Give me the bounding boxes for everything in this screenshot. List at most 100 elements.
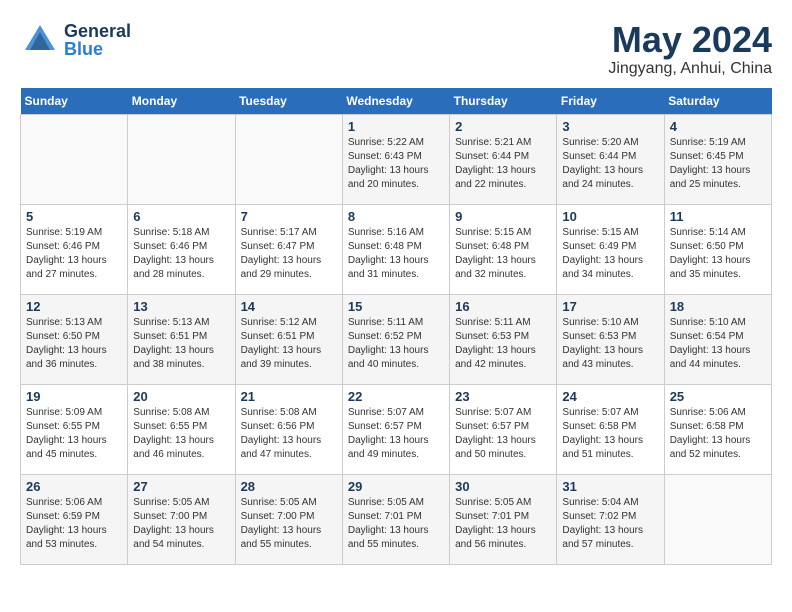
day-info: Sunrise: 5:18 AM Sunset: 6:46 PM Dayligh… bbox=[133, 226, 229, 282]
weekday-thursday: Thursday bbox=[450, 88, 557, 115]
day-number: 25 bbox=[670, 389, 766, 404]
calendar-cell: 30 Sunrise: 5:05 AM Sunset: 7:01 PM Dayli… bbox=[450, 474, 557, 564]
page-header: General Blue May 2024 Jingyang, Anhui, C… bbox=[20, 20, 772, 78]
day-info: Sunrise: 5:15 AM Sunset: 6:48 PM Dayligh… bbox=[455, 226, 551, 282]
calendar-week-1: 1 Sunrise: 5:22 AM Sunset: 6:43 PM Daylig… bbox=[21, 114, 772, 204]
day-number: 22 bbox=[348, 389, 444, 404]
day-info: Sunrise: 5:14 AM Sunset: 6:50 PM Dayligh… bbox=[670, 226, 766, 282]
day-number: 1 bbox=[348, 119, 444, 134]
weekday-wednesday: Wednesday bbox=[342, 88, 449, 115]
day-info: Sunrise: 5:15 AM Sunset: 6:49 PM Dayligh… bbox=[562, 226, 658, 282]
day-info: Sunrise: 5:21 AM Sunset: 6:44 PM Dayligh… bbox=[455, 136, 551, 192]
day-info: Sunrise: 5:08 AM Sunset: 6:56 PM Dayligh… bbox=[241, 406, 337, 462]
calendar-cell: 31 Sunrise: 5:04 AM Sunset: 7:02 PM Dayli… bbox=[557, 474, 664, 564]
weekday-tuesday: Tuesday bbox=[235, 88, 342, 115]
calendar-week-5: 26Sunrise: 5:06 AM Sunset: 6:59 PM Dayli… bbox=[21, 474, 772, 564]
calendar-cell: 7Sunrise: 5:17 AM Sunset: 6:47 PM Daylig… bbox=[235, 204, 342, 294]
calendar-cell: 2 Sunrise: 5:21 AM Sunset: 6:44 PM Daylig… bbox=[450, 114, 557, 204]
day-info: Sunrise: 5:05 AM Sunset: 7:01 PM Dayligh… bbox=[455, 496, 551, 552]
day-number: 9 bbox=[455, 209, 551, 224]
day-info: Sunrise: 5:05 AM Sunset: 7:01 PM Dayligh… bbox=[348, 496, 444, 552]
day-info: Sunrise: 5:07 AM Sunset: 6:57 PM Dayligh… bbox=[348, 406, 444, 462]
day-number: 17 bbox=[562, 299, 658, 314]
day-number: 4 bbox=[670, 119, 766, 134]
day-info: Sunrise: 5:09 AM Sunset: 6:55 PM Dayligh… bbox=[26, 406, 122, 462]
calendar-cell bbox=[664, 474, 771, 564]
calendar-cell: 19 Sunrise: 5:09 AM Sunset: 6:55 PM Dayli… bbox=[21, 384, 128, 474]
day-number: 16 bbox=[455, 299, 551, 314]
day-number: 8 bbox=[348, 209, 444, 224]
calendar-cell: 13 Sunrise: 5:13 AM Sunset: 6:51 PM Dayli… bbox=[128, 294, 235, 384]
calendar-cell: 3Sunrise: 5:20 AM Sunset: 6:44 PM Daylig… bbox=[557, 114, 664, 204]
calendar-cell: 25 Sunrise: 5:06 AM Sunset: 6:58 PM Dayli… bbox=[664, 384, 771, 474]
calendar-week-2: 5 Sunrise: 5:19 AM Sunset: 6:46 PM Daylig… bbox=[21, 204, 772, 294]
day-info: Sunrise: 5:06 AM Sunset: 6:59 PM Dayligh… bbox=[26, 496, 122, 552]
calendar-cell: 8 Sunrise: 5:16 AM Sunset: 6:48 PM Daylig… bbox=[342, 204, 449, 294]
day-info: Sunrise: 5:07 AM Sunset: 6:58 PM Dayligh… bbox=[562, 406, 658, 462]
day-info: Sunrise: 5:10 AM Sunset: 6:53 PM Dayligh… bbox=[562, 316, 658, 372]
logo-general: General bbox=[64, 22, 131, 40]
day-info: Sunrise: 5:05 AM Sunset: 7:00 PM Dayligh… bbox=[133, 496, 229, 552]
calendar-cell: 10 Sunrise: 5:15 AM Sunset: 6:49 PM Dayli… bbox=[557, 204, 664, 294]
day-number: 13 bbox=[133, 299, 229, 314]
calendar-cell: 9 Sunrise: 5:15 AM Sunset: 6:48 PM Daylig… bbox=[450, 204, 557, 294]
day-number: 29 bbox=[348, 479, 444, 494]
calendar-cell: 27 Sunrise: 5:05 AM Sunset: 7:00 PM Dayli… bbox=[128, 474, 235, 564]
calendar-cell bbox=[21, 114, 128, 204]
day-info: Sunrise: 5:07 AM Sunset: 6:57 PM Dayligh… bbox=[455, 406, 551, 462]
weekday-friday: Friday bbox=[557, 88, 664, 115]
calendar-cell: 26Sunrise: 5:06 AM Sunset: 6:59 PM Dayli… bbox=[21, 474, 128, 564]
day-number: 2 bbox=[455, 119, 551, 134]
day-number: 31 bbox=[562, 479, 658, 494]
calendar-cell: 29 Sunrise: 5:05 AM Sunset: 7:01 PM Dayli… bbox=[342, 474, 449, 564]
day-info: Sunrise: 5:06 AM Sunset: 6:58 PM Dayligh… bbox=[670, 406, 766, 462]
calendar-cell: 24 Sunrise: 5:07 AM Sunset: 6:58 PM Dayli… bbox=[557, 384, 664, 474]
day-number: 7 bbox=[241, 209, 337, 224]
calendar-cell: 11 Sunrise: 5:14 AM Sunset: 6:50 PM Dayli… bbox=[664, 204, 771, 294]
day-number: 14 bbox=[241, 299, 337, 314]
day-info: Sunrise: 5:13 AM Sunset: 6:51 PM Dayligh… bbox=[133, 316, 229, 372]
day-number: 5 bbox=[26, 209, 122, 224]
day-number: 19 bbox=[26, 389, 122, 404]
day-number: 12 bbox=[26, 299, 122, 314]
calendar-cell: 17 Sunrise: 5:10 AM Sunset: 6:53 PM Dayli… bbox=[557, 294, 664, 384]
logo: General Blue bbox=[20, 20, 131, 60]
calendar-table: SundayMondayTuesdayWednesdayThursdayFrid… bbox=[20, 88, 772, 565]
calendar-cell: 16Sunrise: 5:11 AM Sunset: 6:53 PM Dayli… bbox=[450, 294, 557, 384]
calendar-cell: 15Sunrise: 5:11 AM Sunset: 6:52 PM Dayli… bbox=[342, 294, 449, 384]
day-number: 27 bbox=[133, 479, 229, 494]
location: Jingyang, Anhui, China bbox=[608, 60, 772, 78]
calendar-cell: 1 Sunrise: 5:22 AM Sunset: 6:43 PM Daylig… bbox=[342, 114, 449, 204]
day-number: 28 bbox=[241, 479, 337, 494]
calendar-cell: 28Sunrise: 5:05 AM Sunset: 7:00 PM Dayli… bbox=[235, 474, 342, 564]
day-info: Sunrise: 5:22 AM Sunset: 6:43 PM Dayligh… bbox=[348, 136, 444, 192]
calendar-header: SundayMondayTuesdayWednesdayThursdayFrid… bbox=[21, 88, 772, 115]
calendar-body: 1 Sunrise: 5:22 AM Sunset: 6:43 PM Daylig… bbox=[21, 114, 772, 564]
calendar-cell: 14Sunrise: 5:12 AM Sunset: 6:51 PM Dayli… bbox=[235, 294, 342, 384]
calendar-cell: 12Sunrise: 5:13 AM Sunset: 6:50 PM Dayli… bbox=[21, 294, 128, 384]
calendar-cell: 18Sunrise: 5:10 AM Sunset: 6:54 PM Dayli… bbox=[664, 294, 771, 384]
day-number: 20 bbox=[133, 389, 229, 404]
weekday-monday: Monday bbox=[128, 88, 235, 115]
day-info: Sunrise: 5:19 AM Sunset: 6:45 PM Dayligh… bbox=[670, 136, 766, 192]
day-number: 11 bbox=[670, 209, 766, 224]
logo-text: General Blue bbox=[64, 22, 131, 58]
day-info: Sunrise: 5:16 AM Sunset: 6:48 PM Dayligh… bbox=[348, 226, 444, 282]
calendar-cell: 21Sunrise: 5:08 AM Sunset: 6:56 PM Dayli… bbox=[235, 384, 342, 474]
day-number: 10 bbox=[562, 209, 658, 224]
day-number: 18 bbox=[670, 299, 766, 314]
calendar-cell: 6Sunrise: 5:18 AM Sunset: 6:46 PM Daylig… bbox=[128, 204, 235, 294]
day-info: Sunrise: 5:19 AM Sunset: 6:46 PM Dayligh… bbox=[26, 226, 122, 282]
day-number: 23 bbox=[455, 389, 551, 404]
day-info: Sunrise: 5:04 AM Sunset: 7:02 PM Dayligh… bbox=[562, 496, 658, 552]
day-number: 24 bbox=[562, 389, 658, 404]
day-number: 30 bbox=[455, 479, 551, 494]
weekday-sunday: Sunday bbox=[21, 88, 128, 115]
calendar-cell: 4 Sunrise: 5:19 AM Sunset: 6:45 PM Daylig… bbox=[664, 114, 771, 204]
calendar-cell bbox=[128, 114, 235, 204]
logo-icon bbox=[20, 20, 60, 60]
month-title: May 2024 bbox=[608, 20, 772, 60]
day-number: 15 bbox=[348, 299, 444, 314]
weekday-saturday: Saturday bbox=[664, 88, 771, 115]
calendar-cell: 20Sunrise: 5:08 AM Sunset: 6:55 PM Dayli… bbox=[128, 384, 235, 474]
